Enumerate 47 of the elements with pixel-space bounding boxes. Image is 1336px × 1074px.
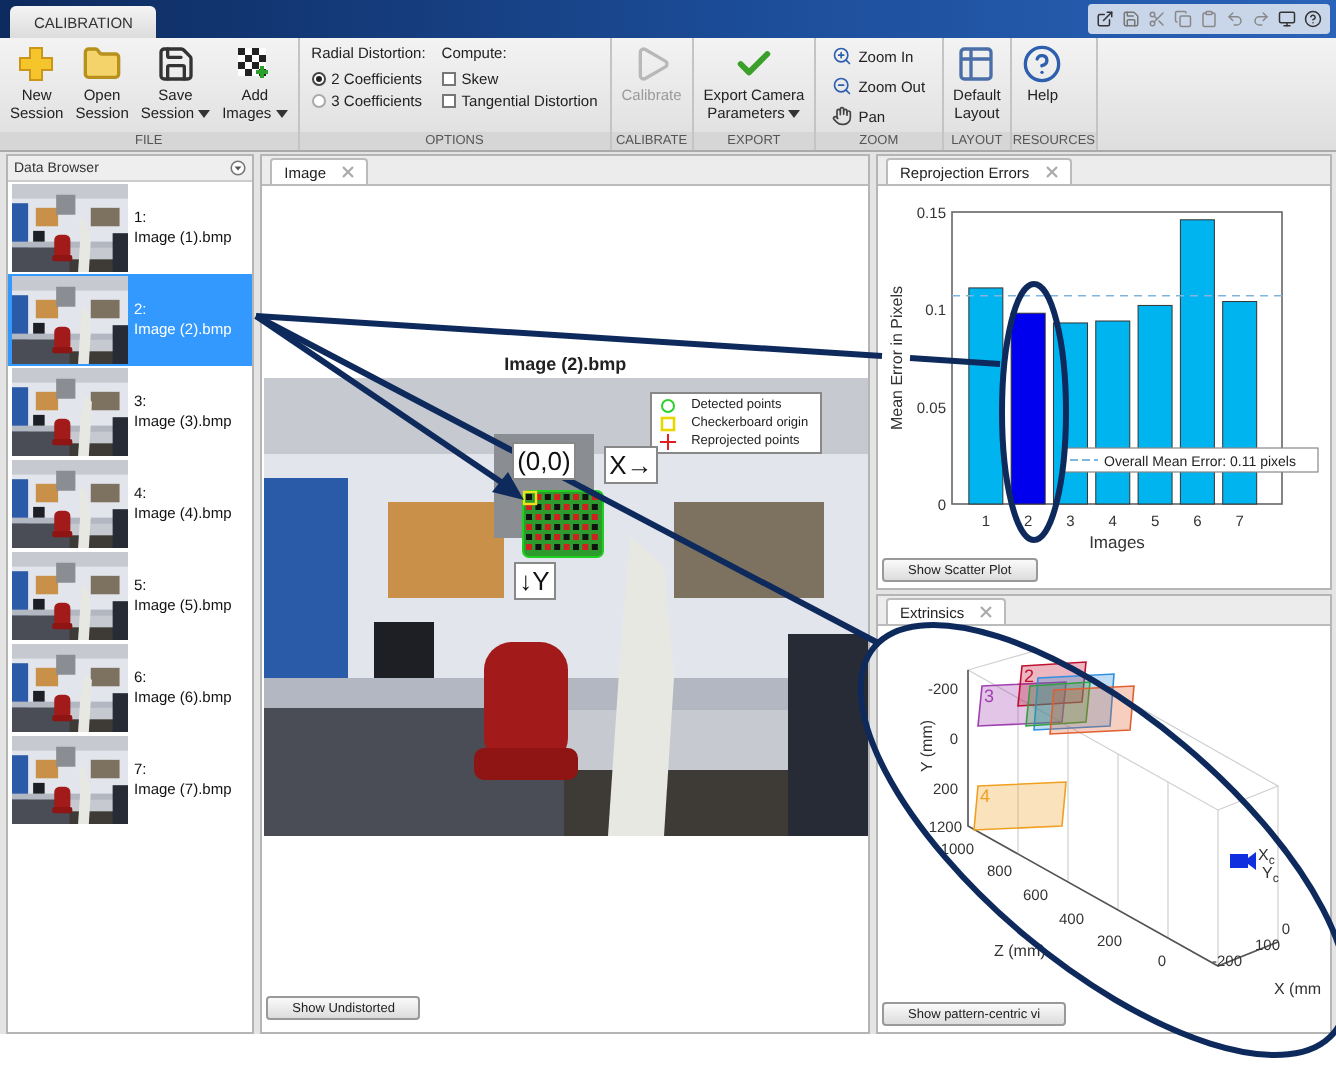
- clipboard-icon[interactable]: [1200, 10, 1218, 28]
- camera-icon: [1230, 852, 1256, 870]
- image-title: Image (2).bmp: [502, 354, 629, 376]
- legend-line-icon: [1069, 459, 1099, 461]
- axis-label: ↓Y: [513, 562, 556, 600]
- calibration-plane: [1017, 661, 1087, 707]
- axis-label: X (mm: [1274, 980, 1322, 998]
- undo-icon[interactable]: [1226, 10, 1244, 28]
- caret-icon: [198, 110, 211, 119]
- plus-icon: [16, 44, 57, 84]
- close-icon[interactable]: [1045, 166, 1058, 178]
- calibration-plane: [973, 781, 1067, 831]
- square-marker-icon: [659, 415, 676, 431]
- axis-label: Y$_{c}$: [1262, 864, 1279, 886]
- plane-label: 2: [1024, 666, 1035, 686]
- close-icon[interactable]: [342, 166, 354, 178]
- axis-label: X→: [603, 446, 659, 484]
- copy-icon[interactable]: [1174, 10, 1192, 28]
- axis-label: Images: [1089, 532, 1145, 552]
- caret-icon: [788, 110, 801, 119]
- caret-icon: [275, 110, 288, 119]
- axis-label: X$_{c}$: [1258, 846, 1275, 868]
- checkerboard-drawing: [521, 490, 604, 558]
- hand-icon: [832, 106, 853, 126]
- zoom-in-icon: [832, 46, 853, 66]
- help-icon[interactable]: [1304, 10, 1322, 28]
- plus-marker-icon: [659, 433, 676, 449]
- circle-marker-icon: [659, 397, 676, 413]
- plane-label: 4: [980, 786, 991, 806]
- table-icon: [956, 44, 997, 84]
- plane-label: 3: [984, 686, 995, 706]
- zoom-out-icon: [832, 76, 853, 96]
- scissors-icon[interactable]: [1148, 10, 1166, 28]
- external-link-icon[interactable]: [1096, 10, 1114, 28]
- calibration-plane: [1025, 681, 1091, 727]
- monitor-icon[interactable]: [1278, 10, 1296, 28]
- help-icon: [1022, 44, 1063, 84]
- folder-icon: [82, 44, 123, 84]
- save-icon[interactable]: [1122, 10, 1140, 28]
- redo-icon[interactable]: [1252, 10, 1270, 28]
- close-icon[interactable]: [980, 606, 993, 618]
- calibration-plane: [1033, 673, 1115, 731]
- axis-label: Y (mm): [918, 719, 936, 773]
- axis-label: Mean Error in Pixels: [888, 285, 906, 431]
- dropdown-icon[interactable]: [230, 160, 247, 176]
- origin-label: (0,0): [511, 442, 577, 480]
- calibration-plane: [1049, 685, 1135, 735]
